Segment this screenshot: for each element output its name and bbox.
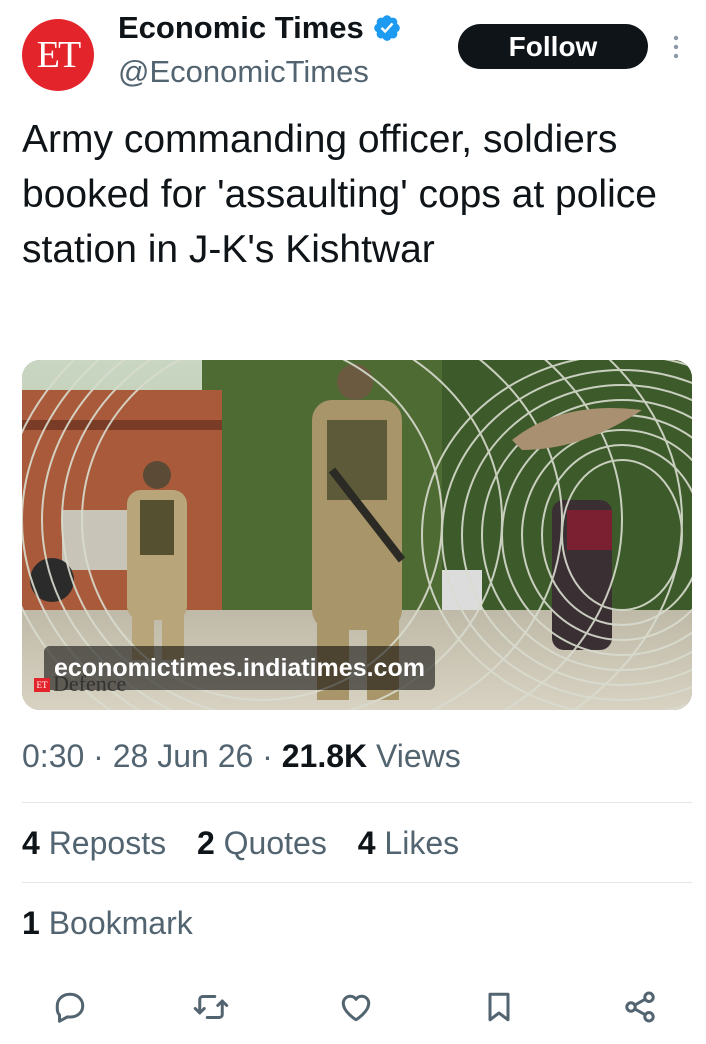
bookmarks-count: 1 xyxy=(22,905,40,941)
reply-button[interactable] xyxy=(48,985,92,1029)
share-button[interactable] xyxy=(618,985,662,1029)
bookmark-button[interactable] xyxy=(477,985,521,1029)
avatar[interactable]: ET xyxy=(22,19,94,91)
reply-icon xyxy=(55,992,85,1023)
reposts-label: Reposts xyxy=(48,825,167,861)
meta-separator: · xyxy=(262,738,282,774)
quotes-label: Quotes xyxy=(223,825,327,861)
quotes-stat[interactable]: 2 Quotes xyxy=(197,825,327,861)
watermark-logo: ET xyxy=(34,678,50,692)
engagement-stats: 4 Reposts 2 Quotes 4 Likes xyxy=(22,825,481,862)
author-handle[interactable]: @EconomicTimes xyxy=(118,54,369,90)
views-count: 21.8K xyxy=(281,738,368,774)
reposts-count: 4 xyxy=(22,825,40,861)
tweet-time[interactable]: 0:30 xyxy=(22,738,84,774)
repost-button[interactable] xyxy=(189,985,233,1029)
bookmark-icon xyxy=(488,992,510,1022)
likes-count: 4 xyxy=(357,825,376,861)
meta-separator: · xyxy=(93,738,113,774)
likes-stat[interactable]: 4 Likes xyxy=(358,825,459,861)
follow-button[interactable]: Follow xyxy=(458,24,648,69)
bookmarks-stat[interactable]: 1 Bookmark xyxy=(22,905,193,942)
bookmarks-label: Bookmark xyxy=(48,905,193,941)
likes-label: Likes xyxy=(384,825,460,861)
author-name-row: Economic Times xyxy=(118,10,402,46)
link-card-image[interactable]: economictimes.indiatimes.com ET Defence xyxy=(22,360,692,710)
views-label: Views xyxy=(376,738,461,774)
tweet-date[interactable]: 28 Jun 26 xyxy=(113,738,254,774)
share-icon xyxy=(625,991,655,1023)
divider xyxy=(22,882,692,883)
divider xyxy=(22,802,692,803)
author-name[interactable]: Economic Times xyxy=(118,10,364,46)
verified-badge-icon xyxy=(373,15,400,41)
reposts-stat[interactable]: 4 Reposts xyxy=(22,825,166,861)
more-options-icon[interactable] xyxy=(669,33,683,61)
tweet-text: Army commanding officer, soldiers booked… xyxy=(22,118,657,271)
like-button[interactable] xyxy=(334,985,378,1029)
repost-icon xyxy=(193,995,229,1019)
tweet-header: ET Economic Times @EconomicTimes Follow xyxy=(0,0,706,100)
tweet-meta: 0:30 · 28 Jun 26 · 21.8K Views xyxy=(22,738,461,775)
quotes-count: 2 xyxy=(196,825,215,861)
like-icon xyxy=(341,994,371,1022)
watermark-text: Defence xyxy=(53,671,127,696)
action-bar xyxy=(0,985,706,1035)
